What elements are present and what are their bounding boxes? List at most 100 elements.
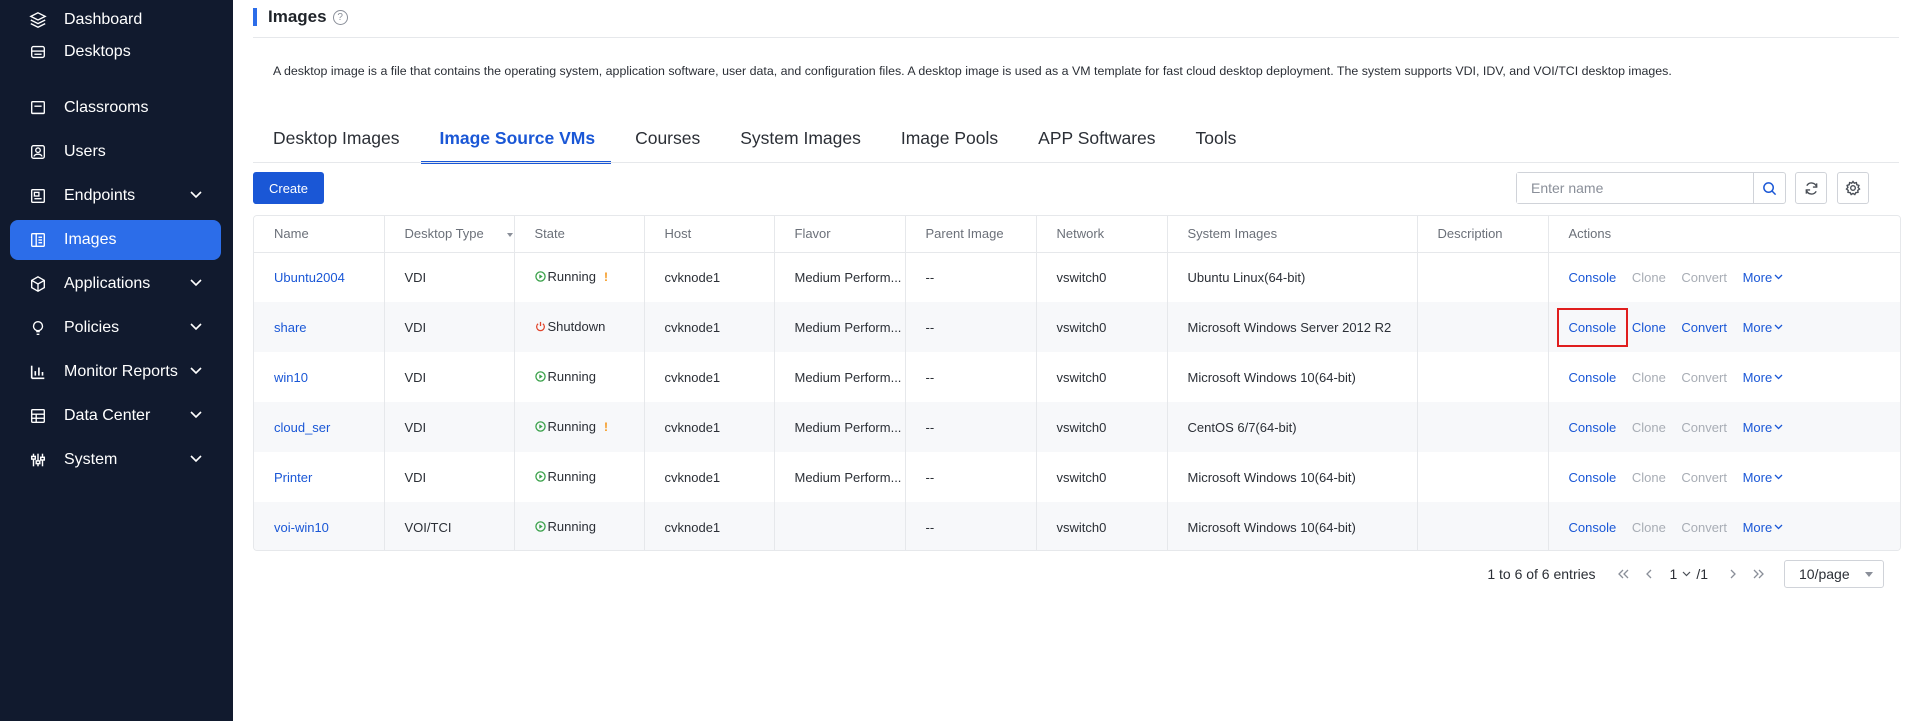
- chevron-down-icon: [1774, 424, 1783, 430]
- settings-button[interactable]: [1837, 172, 1869, 204]
- sidebar-item-label: Applications: [64, 275, 151, 292]
- vm-name-link[interactable]: Ubuntu2004: [274, 270, 345, 285]
- vm-name-link[interactable]: voi-win10: [274, 520, 329, 535]
- flavor: Medium Perform...: [774, 402, 906, 452]
- actions-cell: Console Clone Convert More: [1548, 252, 1900, 302]
- warning-icon[interactable]: !: [604, 420, 608, 434]
- desktop-type: VDI: [384, 352, 515, 402]
- state-cell: Running!: [534, 419, 608, 434]
- more-label: More: [1742, 519, 1773, 535]
- convert-button[interactable]: Convert: [1681, 470, 1727, 485]
- sidebar-item-applications[interactable]: Applications: [10, 264, 221, 304]
- console-button[interactable]: Console: [1556, 307, 1629, 347]
- clone-button[interactable]: Clone: [1632, 420, 1666, 435]
- console-button[interactable]: Console: [1569, 470, 1617, 485]
- console-button[interactable]: Console: [1569, 420, 1617, 435]
- sidebar-item-policies[interactable]: Policies: [10, 308, 221, 348]
- create-button[interactable]: Create: [253, 172, 324, 204]
- more-dropdown[interactable]: More: [1743, 420, 1784, 435]
- more-dropdown[interactable]: More: [1743, 320, 1784, 335]
- state-text: Running: [547, 369, 596, 384]
- sidebar-item-classrooms[interactable]: Classrooms: [10, 88, 221, 128]
- tab-system-images[interactable]: System Images: [740, 126, 861, 162]
- console-button[interactable]: Console: [1569, 520, 1617, 535]
- system-image: Microsoft Windows 10(64-bit): [1167, 502, 1418, 550]
- actions-cell: Console Clone Convert More: [1548, 402, 1900, 452]
- more-dropdown[interactable]: More: [1743, 520, 1784, 535]
- tab-tools[interactable]: Tools: [1196, 126, 1237, 162]
- column-header-desktop-type[interactable]: Desktop Type: [384, 216, 515, 253]
- help-icon[interactable]: ?: [332, 9, 348, 25]
- first-page-button[interactable]: [1612, 563, 1634, 585]
- refresh-icon: [1805, 181, 1817, 195]
- more-dropdown[interactable]: More: [1743, 370, 1784, 385]
- more-label: More: [1742, 369, 1773, 385]
- vm-name-link[interactable]: Printer: [274, 470, 312, 485]
- tab-app-softwares[interactable]: APP Softwares: [1038, 126, 1155, 162]
- last-page-button[interactable]: [1748, 563, 1770, 585]
- page-title: Images: [268, 7, 327, 26]
- search-button[interactable]: [1753, 173, 1785, 203]
- clone-button[interactable]: Clone: [1632, 320, 1666, 335]
- prev-page-button[interactable]: [1638, 563, 1660, 585]
- parent-image: --: [905, 452, 1037, 502]
- convert-button[interactable]: Convert: [1681, 320, 1727, 335]
- more-label: More: [1742, 269, 1773, 285]
- more-dropdown[interactable]: More: [1743, 270, 1784, 285]
- sliders-icon: [28, 450, 48, 470]
- vm-name-link[interactable]: share: [274, 320, 307, 335]
- system-image: Microsoft Windows 10(64-bit): [1167, 452, 1418, 502]
- tab-desktop-images[interactable]: Desktop Images: [273, 126, 399, 162]
- refresh-button[interactable]: [1795, 172, 1827, 204]
- current-page: 1: [1669, 566, 1678, 582]
- clone-button[interactable]: Clone: [1632, 270, 1666, 285]
- search-input[interactable]: [1517, 173, 1754, 203]
- page-selector[interactable]: 1 /1: [1670, 566, 1708, 582]
- total-pages: /1: [1696, 566, 1708, 582]
- sidebar-item-endpoints[interactable]: Endpoints: [10, 176, 221, 216]
- vm-name-link[interactable]: cloud_ser: [274, 420, 330, 435]
- tab-courses[interactable]: Courses: [635, 126, 700, 162]
- sidebar-item-data-center[interactable]: Data Center: [10, 396, 221, 436]
- layers-icon: [28, 10, 48, 30]
- sidebar-item-users[interactable]: Users: [10, 132, 221, 172]
- desktop-type: VOI/TCI: [384, 502, 515, 550]
- table-row: share VDI Shutdown cvknode1 Medium Perfo…: [254, 302, 1900, 352]
- sidebar-item-system[interactable]: System: [10, 440, 221, 480]
- state-text: Shutdown: [547, 319, 606, 334]
- classroom-icon: [28, 98, 48, 118]
- state-text: Running: [547, 519, 596, 534]
- pagination: 1 to 6 of 6 entries 1 /1 10/page: [1487, 560, 1884, 588]
- convert-button[interactable]: Convert: [1681, 420, 1727, 435]
- convert-button[interactable]: Convert: [1681, 270, 1727, 285]
- clone-button[interactable]: Clone: [1632, 470, 1666, 485]
- desktop-type: VDI: [384, 252, 515, 302]
- tab-image-source-vms[interactable]: Image Source VMs: [421, 126, 611, 164]
- desktop-type: VDI: [384, 452, 515, 502]
- user-icon: [28, 142, 48, 162]
- next-page-button[interactable]: [1722, 563, 1744, 585]
- tab-image-pools[interactable]: Image Pools: [901, 126, 998, 162]
- clone-button[interactable]: Clone: [1632, 370, 1666, 385]
- table-row: cloud_ser VDI Running! cvknode1 Medium P…: [254, 402, 1900, 452]
- warning-icon[interactable]: !: [604, 270, 608, 284]
- cube-icon: [28, 274, 48, 294]
- convert-button[interactable]: Convert: [1681, 370, 1727, 385]
- page-size-value: 10/page: [1799, 566, 1850, 582]
- flavor: Medium Perform...: [774, 452, 906, 502]
- console-button[interactable]: Console: [1569, 370, 1617, 385]
- convert-button[interactable]: Convert: [1681, 520, 1727, 535]
- console-button[interactable]: Console: [1569, 270, 1617, 285]
- sidebar-item-desktops[interactable]: Desktops: [10, 32, 221, 72]
- actions-cell: Console Clone Convert More: [1548, 502, 1900, 550]
- sidebar-item-images[interactable]: Images: [10, 220, 221, 260]
- vm-name-link[interactable]: win10: [274, 370, 308, 385]
- sidebar-item-monitor-reports[interactable]: Monitor Reports: [10, 352, 221, 392]
- clone-button[interactable]: Clone: [1632, 520, 1666, 535]
- parent-image: --: [905, 252, 1037, 302]
- state-text: Running: [547, 469, 596, 484]
- caret-down-icon: [1865, 572, 1873, 577]
- more-dropdown[interactable]: More: [1743, 470, 1784, 485]
- parent-image: --: [905, 352, 1037, 402]
- page-size-select[interactable]: 10/page: [1784, 560, 1884, 588]
